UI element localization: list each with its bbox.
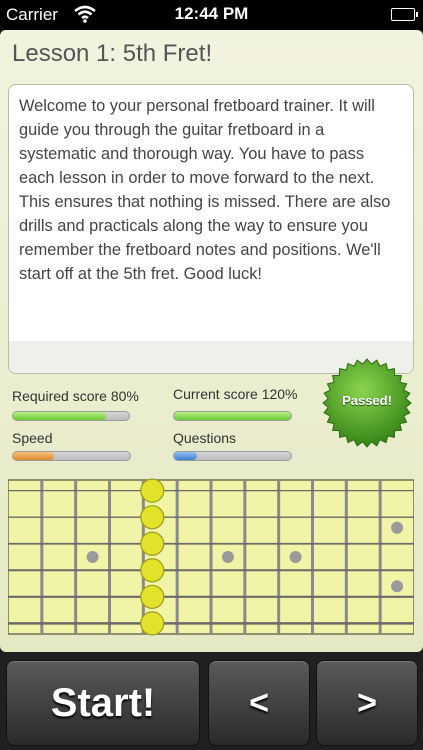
- note-marker[interactable]: [140, 611, 165, 636]
- required-score-fill: [13, 412, 106, 420]
- current-score-bar: [173, 411, 292, 421]
- speed-fill: [13, 452, 54, 460]
- previous-button[interactable]: <: [208, 660, 310, 746]
- lesson-intro[interactable]: Welcome to your personal fretboard train…: [8, 84, 414, 374]
- inlay-dot: [391, 580, 404, 593]
- next-button[interactable]: >: [316, 660, 418, 746]
- current-score-label: Current score 120%: [173, 386, 298, 402]
- note-marker[interactable]: [140, 558, 165, 583]
- questions-bar: [173, 451, 292, 461]
- note-marker[interactable]: [140, 584, 165, 609]
- speed-label: Speed: [12, 430, 53, 446]
- note-marker[interactable]: [140, 478, 165, 503]
- fretboard-svg: [7, 478, 415, 636]
- current-score-fill: [174, 412, 291, 420]
- status-bar: Carrier 12:44 PM: [0, 0, 423, 30]
- clock: 12:44 PM: [174, 4, 249, 23]
- lesson-intro-text: Welcome to your personal fretboard train…: [19, 97, 391, 283]
- questions-fill: [174, 452, 198, 460]
- start-button[interactable]: Start!: [6, 660, 200, 746]
- questions-label: Questions: [173, 430, 237, 446]
- bottom-toolbar: Start! < >: [0, 652, 423, 750]
- battery-icon: [391, 8, 418, 21]
- passed-badge: Passed!: [322, 358, 412, 448]
- page-title: Lesson 1: 5th Fret!: [12, 40, 213, 67]
- required-score-label: Required score 80%: [12, 388, 139, 404]
- inlay-dot: [221, 551, 234, 563]
- inlay-dot: [289, 551, 302, 563]
- note-marker[interactable]: [140, 505, 165, 530]
- badge-label: Passed!: [342, 393, 392, 408]
- speed-bar: [12, 451, 131, 461]
- fretboard[interactable]: [7, 478, 415, 638]
- inlay-dot: [86, 551, 99, 563]
- required-score-bar: [12, 411, 130, 421]
- inlay-dot: [391, 521, 404, 534]
- note-marker[interactable]: [140, 531, 165, 556]
